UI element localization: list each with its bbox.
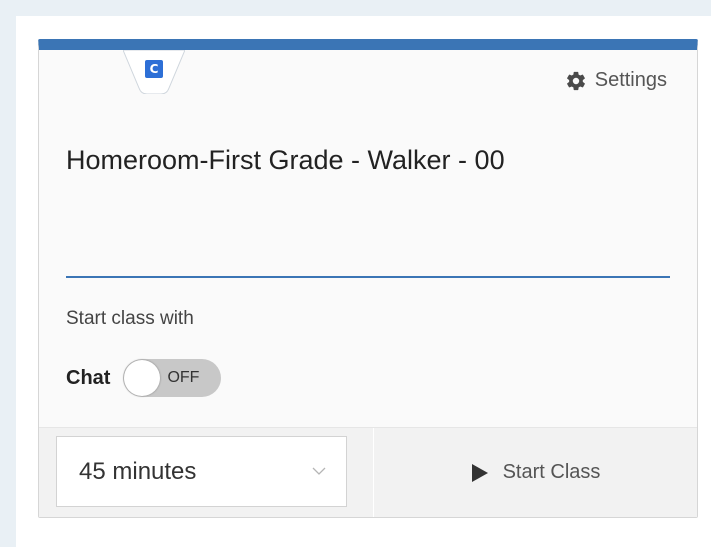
play-icon [471,463,488,482]
gear-icon [566,71,585,90]
chat-toggle[interactable]: OFF [123,359,222,397]
duration-value: 45 minutes [79,458,197,485]
badge-letter: C [145,60,163,78]
settings-label: Settings [594,69,667,91]
card-footer: 45 minutes Start Class [39,427,697,517]
title-divider [66,276,670,278]
chat-label: Chat [66,366,111,389]
chat-option-row: Chat OFF [66,359,222,397]
chat-toggle-state: OFF [167,369,200,386]
class-title: Homeroom-First Grade - Walker - 00 [66,145,505,175]
class-badge: C [123,50,185,94]
left-panel [0,0,16,547]
chat-toggle-knob [124,360,161,396]
chevron-down-icon [312,467,326,475]
settings-button[interactable]: Settings [565,69,667,92]
class-card: C Settings Homeroom-First Grade - Walker… [38,39,698,518]
duration-select[interactable]: 45 minutes [56,436,347,507]
start-with-label: Start class with [66,308,194,329]
start-class-button[interactable]: Start Class [373,428,697,517]
start-class-label: Start Class [502,461,601,483]
